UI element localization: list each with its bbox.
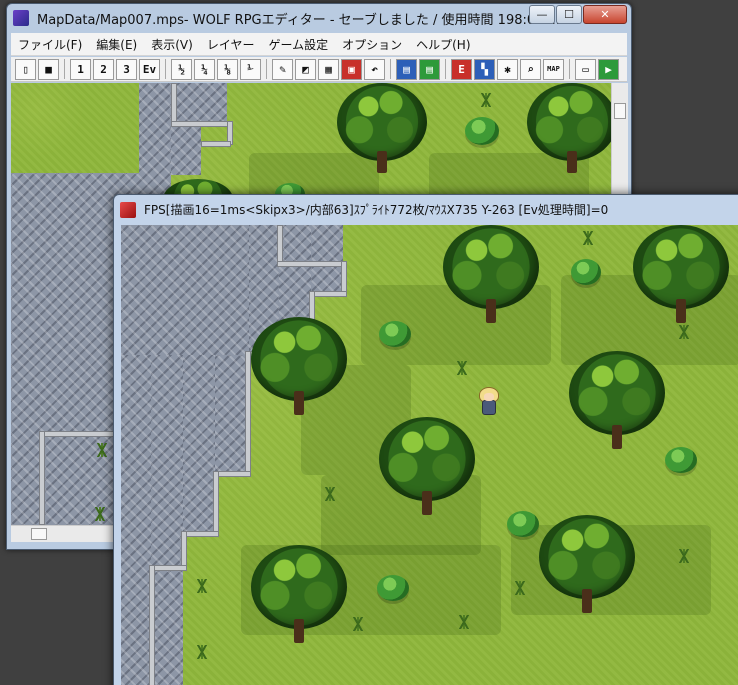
- maximize-button[interactable]: ☐: [556, 5, 582, 24]
- new-file-icon[interactable]: ▯: [15, 58, 36, 80]
- weed: [579, 231, 597, 245]
- bush: [379, 321, 411, 347]
- wall-edge: [171, 83, 177, 123]
- tree: [251, 317, 347, 427]
- search-icon[interactable]: ⌕: [520, 58, 541, 80]
- tree: [527, 83, 611, 183]
- tree: [633, 225, 729, 335]
- weed: [93, 443, 111, 457]
- bush: [571, 259, 601, 285]
- database-user-icon[interactable]: ▤: [396, 58, 417, 80]
- menu-view[interactable]: 表示(V): [144, 36, 200, 53]
- game-window: FPS[描画16=1ms<Skipx3>/内部63]ｽﾌﾟﾗｲﾄ772枚/ﾏｳｽ…: [113, 194, 738, 685]
- bush: [507, 511, 539, 537]
- menu-bar: ファイル(F) 編集(E) 表示(V) レイヤー ゲーム設定 オプション ヘルプ…: [11, 33, 627, 56]
- game-viewport[interactable]: [121, 225, 738, 685]
- toolbar-separator: [266, 59, 267, 79]
- database-system-icon[interactable]: ▤: [419, 58, 440, 80]
- layer-3-button[interactable]: 3: [116, 58, 137, 80]
- zoom-3-icon[interactable]: ⅛: [217, 58, 238, 80]
- zoom-1-icon[interactable]: ½: [171, 58, 192, 80]
- toolbar: ▯ ■ 1 2 3 Ev ½ ¼ ⅛ ⅟ ✎ ◩ ▦ ▣ ↶ ▤ ▤ E ▚ ✱…: [11, 57, 627, 82]
- wall-edge: [277, 261, 347, 267]
- fill-icon[interactable]: ◩: [295, 58, 316, 80]
- stone-wall: [171, 127, 201, 175]
- layer-2-button[interactable]: 2: [93, 58, 114, 80]
- menu-edit[interactable]: 編集(E): [89, 36, 144, 53]
- tree: [569, 351, 665, 461]
- weed: [321, 487, 339, 501]
- zoom-4-icon[interactable]: ⅟: [240, 58, 261, 80]
- weed: [455, 615, 473, 629]
- player-character: [477, 387, 501, 417]
- pencil-icon[interactable]: ✎: [272, 58, 293, 80]
- menu-game-settings[interactable]: ゲーム設定: [261, 36, 335, 53]
- save-icon[interactable]: ■: [38, 58, 59, 80]
- tree: [539, 515, 635, 625]
- stone-wall: [121, 225, 249, 355]
- close-button[interactable]: ✕: [583, 5, 627, 24]
- layer-1-button[interactable]: 1: [70, 58, 91, 80]
- toolbar-separator: [569, 59, 570, 79]
- menu-file[interactable]: ファイル(F): [11, 36, 89, 53]
- tree: [251, 545, 347, 655]
- weed: [675, 549, 693, 563]
- editor-window-title: MapData/Map007.mps- WOLF RPGエディター - セーブし…: [37, 12, 560, 28]
- wall-edge: [149, 565, 155, 685]
- toolbar-separator: [64, 59, 65, 79]
- editor-window-controls: — ☐ ✕: [529, 5, 627, 24]
- weed: [477, 93, 495, 107]
- window-icon[interactable]: ▭: [575, 58, 596, 80]
- bush: [665, 447, 697, 473]
- toolbar-separator: [390, 59, 391, 79]
- scroll-thumb[interactable]: [31, 528, 47, 540]
- weed: [511, 581, 529, 595]
- weed: [193, 645, 211, 659]
- wall-edge: [201, 141, 231, 147]
- scroll-thumb[interactable]: [614, 103, 626, 119]
- bush: [465, 117, 499, 145]
- menu-layer[interactable]: レイヤー: [200, 36, 262, 53]
- tree: [337, 83, 427, 183]
- map-button[interactable]: MAP: [543, 58, 564, 80]
- menu-help[interactable]: ヘルプ(H): [409, 36, 477, 53]
- weed: [453, 361, 471, 375]
- game-titlebar[interactable]: FPS[描画16=1ms<Skipx3>/内部63]ｽﾌﾟﾗｲﾄ772枚/ﾏｳｽ…: [114, 195, 738, 224]
- tree: [379, 417, 475, 527]
- grass-tiles: [11, 83, 139, 173]
- undo-icon[interactable]: ↶: [364, 58, 385, 80]
- tools-icon[interactable]: ✱: [497, 58, 518, 80]
- wolf-app-icon: [13, 10, 29, 26]
- editor-titlebar[interactable]: MapData/Map007.mps- WOLF RPGエディター - セーブし…: [7, 4, 631, 32]
- game-window-title: FPS[描画16=1ms<Skipx3>/内部63]ｽﾌﾟﾗｲﾄ772枚/ﾏｳｽ…: [144, 203, 609, 217]
- wall-edge: [213, 471, 219, 537]
- desktop: MapData/Map007.mps- WOLF RPGエディター - セーブし…: [0, 0, 738, 685]
- weed: [675, 325, 693, 339]
- game-app-icon: [120, 201, 136, 218]
- map-select-icon[interactable]: ▣: [341, 58, 362, 80]
- event-layer-button[interactable]: Ev: [139, 58, 160, 80]
- wall-edge: [39, 431, 45, 525]
- rect-icon[interactable]: ▦: [318, 58, 339, 80]
- bush: [377, 575, 409, 601]
- weed: [91, 507, 109, 521]
- wall-edge: [171, 121, 233, 127]
- menu-options[interactable]: オプション: [335, 36, 409, 53]
- zoom-2-icon[interactable]: ¼: [194, 58, 215, 80]
- tree: [443, 225, 539, 335]
- weed: [349, 617, 367, 631]
- minimize-button[interactable]: —: [529, 5, 555, 24]
- toolbar-separator: [165, 59, 166, 79]
- toolbar-separator: [445, 59, 446, 79]
- tileset-icon[interactable]: ▚: [474, 58, 495, 80]
- common-event-icon[interactable]: E: [451, 58, 472, 80]
- weed: [193, 579, 211, 593]
- play-icon[interactable]: ▶: [598, 58, 619, 80]
